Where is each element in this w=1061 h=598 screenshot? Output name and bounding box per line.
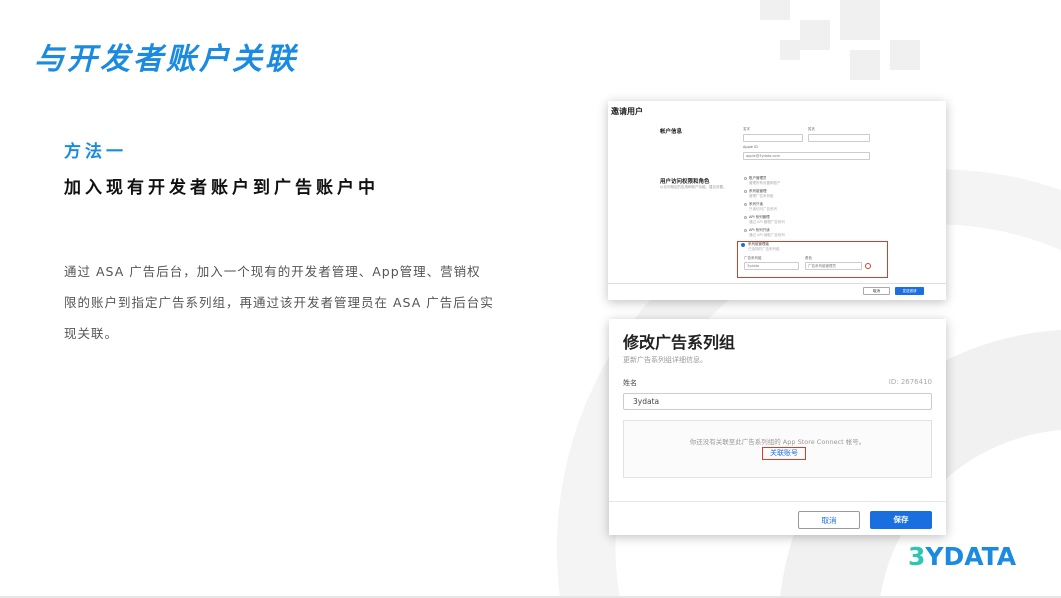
name-label: 姓名	[623, 379, 637, 387]
method-label: 方法一	[64, 142, 127, 162]
name-input[interactable]: 3ydata	[623, 393, 932, 410]
method-heading: 加入现有开发者账户到广告账户中	[64, 178, 379, 198]
id-label: ID: 2676410	[888, 378, 932, 386]
group-select[interactable]: 3ydata	[744, 262, 799, 270]
description-text: 通过 ASA 广告后台，加入一个现有的开发者管理、App管理、营销权限的账户到指…	[64, 264, 494, 341]
first-name-label: 名字	[743, 127, 750, 131]
roles-section-sub: 以访问相应的应用和帐户功能。建议设置。	[660, 185, 727, 189]
cancel-button[interactable]: 取消	[863, 287, 890, 295]
divider	[609, 501, 946, 502]
role-option[interactable]: 系列组管理 管理广告系列组	[744, 189, 774, 198]
invite-user-screenshot: 邀请用户 帐户信息 名字 姓氏 Apple ID apple@3ydata.co…	[608, 101, 946, 300]
radio-icon	[744, 176, 747, 180]
role-option[interactable]: 系列只读 只读访问广告系列	[744, 202, 777, 211]
send-invite-button[interactable]: 发送邀请	[895, 287, 924, 295]
slide-title: 与开发者账户关联	[34, 42, 298, 77]
role-option[interactable]: API 系列管理 通过 API 管理广告系列	[744, 215, 785, 224]
radio-icon	[744, 189, 747, 193]
save-button[interactable]: 保存	[870, 511, 932, 529]
roles-section-label: 用户访问权限和角色	[660, 179, 710, 185]
cancel-button[interactable]: 取消	[798, 511, 860, 529]
edit-title: 修改广告系列组	[623, 333, 736, 352]
radio-icon	[744, 202, 747, 206]
first-name-field[interactable]	[743, 134, 803, 142]
edit-subtitle: 更新广告系列组详细信息。	[623, 356, 707, 364]
last-name-label: 姓氏	[808, 127, 815, 131]
edit-campaign-group-screenshot: 修改广告系列组 更新广告系列组详细信息。 姓名 ID: 2676410 3yda…	[609, 319, 946, 535]
apple-id-label: Apple ID	[743, 145, 758, 149]
role-option[interactable]: 账户管理员 管理所有设置和账户	[744, 176, 781, 185]
association-panel: 你还没有关联至此广告系列组的 App Store Connect 帐号。 关联账…	[623, 420, 932, 478]
apple-id-field[interactable]: apple@3ydata.com	[743, 152, 870, 160]
radio-icon	[744, 228, 747, 232]
radio-icon	[744, 215, 747, 219]
association-text: 你还没有关联至此广告系列组的 App Store Connect 帐号。	[689, 438, 866, 446]
remove-icon[interactable]	[865, 263, 871, 269]
divider	[608, 283, 946, 284]
link-account-link[interactable]: 关联账号	[762, 447, 806, 460]
selected-role[interactable]: 系列组管理者 已选择的广告系列组	[748, 242, 780, 251]
role-label: 角色	[805, 256, 812, 260]
invite-title: 邀请用户	[611, 107, 643, 116]
role-select[interactable]: 广告系列组管理员	[805, 262, 862, 270]
brand-logo: 3YDATA	[908, 542, 1017, 571]
selected-radio-icon[interactable]	[741, 243, 745, 247]
role-option[interactable]: API 系列只读 通过 API 读取广告系列	[744, 228, 785, 237]
account-section-label: 帐户信息	[660, 129, 683, 135]
group-label: 广告系列组	[744, 256, 762, 260]
last-name-field[interactable]	[808, 134, 870, 142]
